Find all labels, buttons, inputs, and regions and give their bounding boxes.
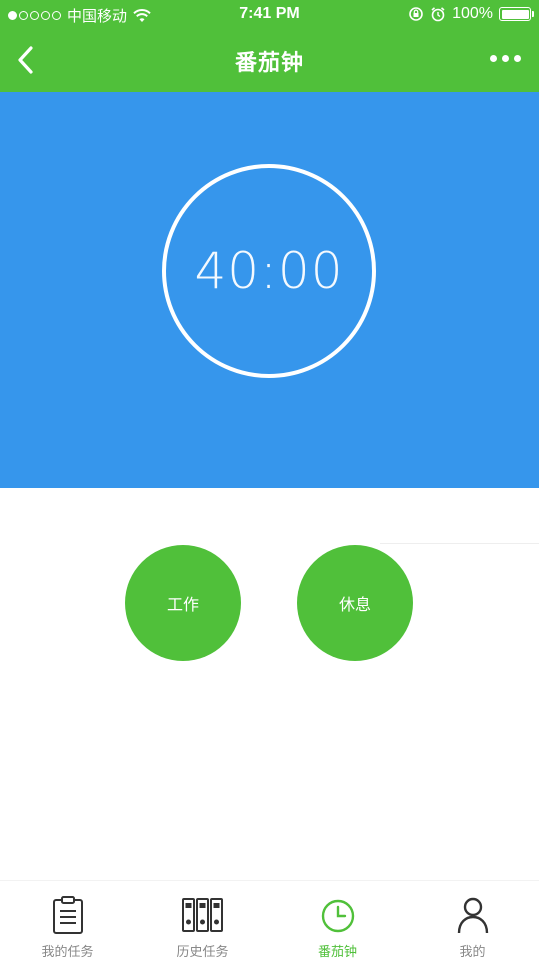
timer-panel: 40:00 (0, 92, 539, 488)
clipboard-icon (52, 896, 83, 934)
binders-icon (181, 898, 223, 932)
tab-label: 历史任务 (176, 945, 229, 960)
more-dot (502, 55, 509, 62)
tab-bar: 我的任务 历史任务 番茄钟 我的 (0, 880, 539, 960)
status-bar: 中国移动 7:41 PM 100% (0, 0, 539, 30)
page-title: 番茄钟 (234, 51, 304, 76)
more-dot (490, 55, 497, 62)
work-button[interactable]: 工作 (125, 545, 241, 661)
orientation-lock-icon (409, 7, 423, 21)
alarm-icon (431, 7, 445, 22)
timer-ring: 40:00 (162, 164, 376, 378)
person-icon (457, 897, 488, 934)
more-dot (514, 55, 521, 62)
tab-mine[interactable]: 我的 (405, 881, 539, 960)
battery-icon (499, 7, 534, 21)
more-button[interactable] (490, 55, 521, 62)
timer-display: 40:00 (194, 242, 344, 300)
nav-bar: 番茄钟 (0, 30, 539, 92)
tab-history-tasks[interactable]: 历史任务 (135, 881, 270, 960)
tab-label: 我的 (459, 945, 486, 960)
battery-percent: 100% (452, 5, 493, 22)
clock-icon (321, 899, 354, 933)
rest-button[interactable]: 休息 (297, 545, 413, 661)
status-right: 100% (408, 5, 534, 23)
tab-pomodoro[interactable]: 番茄钟 (270, 881, 405, 960)
tab-label: 我的任务 (41, 945, 94, 960)
tab-my-tasks[interactable]: 我的任务 (0, 881, 135, 960)
divider (380, 543, 539, 544)
tab-label: 番茄钟 (317, 945, 357, 960)
